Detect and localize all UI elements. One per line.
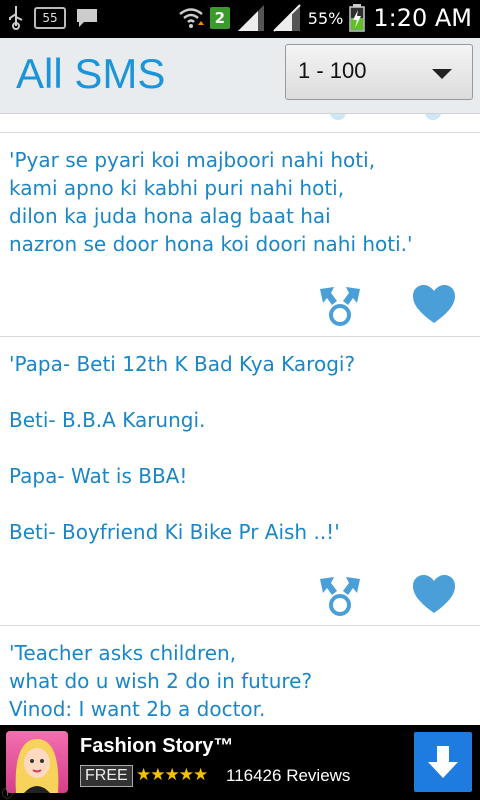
ad-banner[interactable]: ⓘ Fashion Story™ FREE ★★★★★ 116426 Revie…	[0, 725, 480, 800]
download-arrow-icon	[428, 746, 458, 778]
signal-icon	[237, 5, 264, 31]
message-icon	[77, 9, 97, 27]
heart-icon	[425, 114, 441, 120]
range-value: 1 - 100	[298, 58, 367, 83]
status-left: 55	[8, 6, 98, 30]
heart-icon[interactable]	[412, 285, 456, 325]
sms-text[interactable]: 'Pyar se pyari koi majboori nahi hoti, k…	[9, 146, 470, 258]
sms-text[interactable]: 'Papa- Beti 12th K Bad Kya Karogi? Beti-…	[9, 350, 470, 546]
ad-rating-stars: ★★★★★	[136, 765, 208, 785]
sms-text[interactable]: 'Teacher asks children, what do u wish 2…	[9, 639, 470, 723]
list-item: 'Teacher asks children, what do u wish 2…	[0, 626, 480, 725]
ad-price-badge: FREE	[80, 765, 133, 787]
ad-app-icon[interactable]	[6, 731, 68, 793]
range-dropdown[interactable]: 1 - 100	[285, 44, 473, 100]
share-icon[interactable]	[318, 575, 362, 617]
ad-title: Fashion Story™	[80, 735, 234, 757]
sim-badge: 2	[209, 7, 230, 29]
status-right: 2 55% 1:20 AM	[178, 3, 472, 33]
status-bar: 55 2 55% 1:20 AM	[0, 0, 480, 38]
notification-count-badge: 55	[34, 7, 66, 29]
ad-info-icon[interactable]: ⓘ	[2, 785, 13, 801]
usb-icon	[9, 6, 23, 30]
ad-review-count: 116426 Reviews	[226, 766, 351, 785]
heart-icon[interactable]	[412, 575, 456, 615]
share-icon	[330, 114, 346, 120]
app-header: All SMS 1 - 100	[0, 38, 480, 114]
ad-download-button[interactable]	[414, 732, 472, 792]
sms-list[interactable]: 'Pyar se pyari koi majboori nahi hoti, k…	[0, 114, 480, 725]
clock: 1:20 AM	[373, 4, 472, 32]
chevron-down-icon	[432, 69, 452, 79]
battery-charging-icon	[349, 4, 366, 32]
share-icon[interactable]	[318, 285, 362, 327]
signal-2-icon	[273, 4, 301, 32]
page-title: All SMS	[16, 50, 166, 97]
fashion-girl-icon	[15, 739, 59, 793]
wifi-icon	[178, 8, 204, 28]
list-item: 'Pyar se pyari koi majboori nahi hoti, k…	[0, 133, 480, 337]
battery-percent: 55%	[307, 8, 344, 28]
list-item-partial	[0, 114, 480, 133]
list-item: 'Papa- Beti 12th K Bad Kya Karogi? Beti-…	[0, 337, 480, 626]
